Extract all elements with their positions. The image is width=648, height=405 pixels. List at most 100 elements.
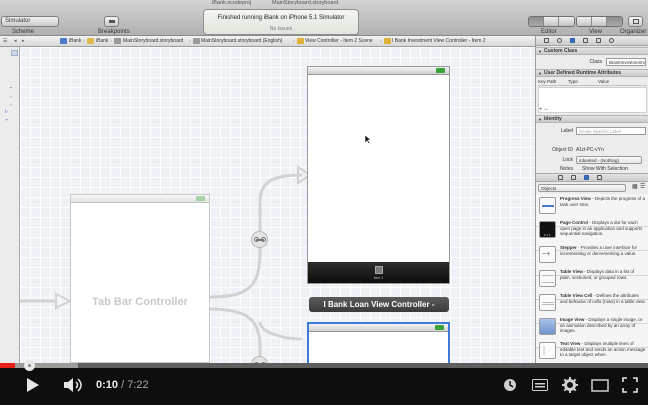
loan-scene-title[interactable]: I Bank Loan View Controller - [309,297,449,312]
library-item-text: Page Control - Displays a dot for each o… [560,220,643,236]
code-snippets-icon[interactable] [571,175,576,180]
library-item[interactable]: ≡ ≡ ≡ Text View - Displays multiple lines … [536,339,648,363]
image-view-icon [539,318,556,335]
back-arrow-icon[interactable]: ◂ [14,38,17,44]
runtime-attributes-table-header: Key Path Type Value [538,78,647,86]
library-item-text: Image View - Displays a single image, or… [560,317,643,333]
scene-dock [309,324,448,332]
ghost-tab-project: iBank.xcodeproj [212,0,252,6]
investment-view-controller-scene[interactable]: Item 1 [307,66,450,284]
outline-marker-icon: ▪ [10,85,12,90]
related-items-icon[interactable]: ☰ [3,38,7,44]
scheme-popup[interactable]: Simulator [1,16,59,27]
outline-toggle-icon[interactable] [11,50,18,56]
played-progress [0,363,15,368]
activity-viewer: Finished running iBank on iPhone 5.1 Sim… [203,9,359,35]
object-library-icon[interactable] [584,175,589,180]
tab-bar[interactable]: Item 1 [308,262,449,283]
crumb-group[interactable]: iBank [96,38,109,44]
crumb-storyboard[interactable]: MainStoryboard.storyboard [123,38,183,44]
object-library-list[interactable]: Progress View - Depicts the progress of … [536,194,648,363]
library-filter-popup[interactable]: Objects [538,184,626,192]
toggle-utilities-button[interactable] [607,17,622,26]
view-segmented-control[interactable] [576,16,623,27]
version-editor-button[interactable] [559,17,574,26]
outline-marker-icon: ▫▫ [5,117,9,122]
assistant-editor-button[interactable] [544,17,559,26]
identity-header[interactable]: Identity [536,115,648,123]
runtime-attributes-header[interactable]: User Defined Runtime Attributes [536,69,648,77]
scene-dock [308,67,449,75]
crumb-view-controller[interactable]: I Bank Investment View Controller - Item… [392,38,486,44]
progress-bar[interactable] [0,360,648,371]
storyboard-canvas[interactable]: Tab Bar Controller Item 1 I Bank Loan Vi… [20,47,535,363]
class-field[interactable]: IBankInvestmentView [606,58,646,66]
activity-issues: No Issues [269,26,293,32]
crumb-separator-icon: › [293,38,295,44]
volume-icon[interactable] [63,377,85,393]
rt-col-keypath: Key Path [538,79,557,84]
view-label: View [589,29,602,35]
attributes-inspector-icon[interactable] [583,38,588,43]
relationship-segue-icon[interactable] [251,231,268,248]
notes-checkbox-label[interactable]: Show With Selection [582,166,628,172]
library-item-text: Table View - Displays data in a list of … [560,269,635,280]
quick-help-icon[interactable] [557,38,562,43]
forward-arrow-icon[interactable]: ▸ [22,38,25,44]
identity-inspector-icon[interactable] [570,38,575,43]
rt-col-value: Value [598,79,610,84]
storyboard-localized-icon [193,38,200,44]
editor-segmented-control[interactable] [528,16,575,27]
standard-editor-button[interactable] [529,17,544,26]
custom-class-header[interactable]: Custom Class [536,47,648,55]
lock-label: Lock [562,157,573,163]
storyboard-file-icon [114,38,121,44]
activity-status: Finished running iBank on iPhone 5.1 Sim… [217,15,345,21]
crumb-storyboard-english[interactable]: MainStoryboard.storyboard (English) [201,38,282,44]
crumb-project[interactable]: iBank [69,38,82,44]
size-inspector-icon[interactable] [596,38,601,43]
folder-icon [87,38,94,44]
stepper-icon: −+ [539,246,556,263]
project-icon [60,38,67,44]
page-control-icon: • • • [539,221,556,238]
captions-icon[interactable] [532,379,548,391]
loan-view-controller-scene[interactable] [307,322,450,363]
scrubber-handle[interactable] [23,360,35,371]
play-icon[interactable] [25,377,41,393]
view-controller-badge-icon [436,68,445,73]
tab-bar-controller-scene[interactable]: Tab Bar Controller [70,194,210,363]
table-view-cell-icon [539,294,556,311]
theater-mode-icon[interactable] [591,379,609,392]
toggle-navigator-button[interactable] [577,17,592,26]
object-id-value: A1d-PC-vYn [576,147,604,153]
tab-bar-controller-label: Tab Bar Controller [92,296,188,308]
tab-item-label: Item 1 [373,276,384,280]
first-responder-icon [196,196,205,201]
video-frame: Simulator Scheme Breakpoints iBank.xcode… [0,0,648,405]
breakpoints-button[interactable] [104,16,119,27]
connections-inspector-icon[interactable] [609,38,614,43]
scheme-popup-label: Simulator [5,18,31,24]
xcode-label-field[interactable]: Xcode Specific Label [576,127,646,135]
class-label: Class [589,59,602,65]
object-id-label: Object ID [552,147,573,153]
crumb-separator-icon: › [380,38,382,44]
library-item-text: Text View - Displays multiple lines of e… [560,341,646,357]
settings-gear-icon[interactable] [562,377,578,393]
file-templates-icon[interactable] [558,175,563,180]
media-library-icon[interactable] [597,175,602,180]
toggle-debug-button[interactable] [592,17,607,26]
list-view-icon[interactable]: ☰ [640,183,645,190]
fullscreen-icon[interactable] [622,377,638,393]
watch-later-icon[interactable] [503,378,517,392]
add-attribute-icon[interactable]: + − [539,107,548,113]
xcode-toolbar: Simulator Scheme Breakpoints iBank.xcode… [0,0,648,36]
library-selector-bar [536,173,648,182]
crumb-scene[interactable]: View Controller - Item 2 Scene [305,38,373,44]
organizer-button[interactable] [628,16,643,27]
lock-popup[interactable]: Inherited - (Nothing) [576,156,642,164]
file-inspector-icon[interactable] [544,38,549,43]
grid-view-icon[interactable]: ▦ [632,183,638,190]
runtime-attributes-table[interactable] [538,87,647,113]
